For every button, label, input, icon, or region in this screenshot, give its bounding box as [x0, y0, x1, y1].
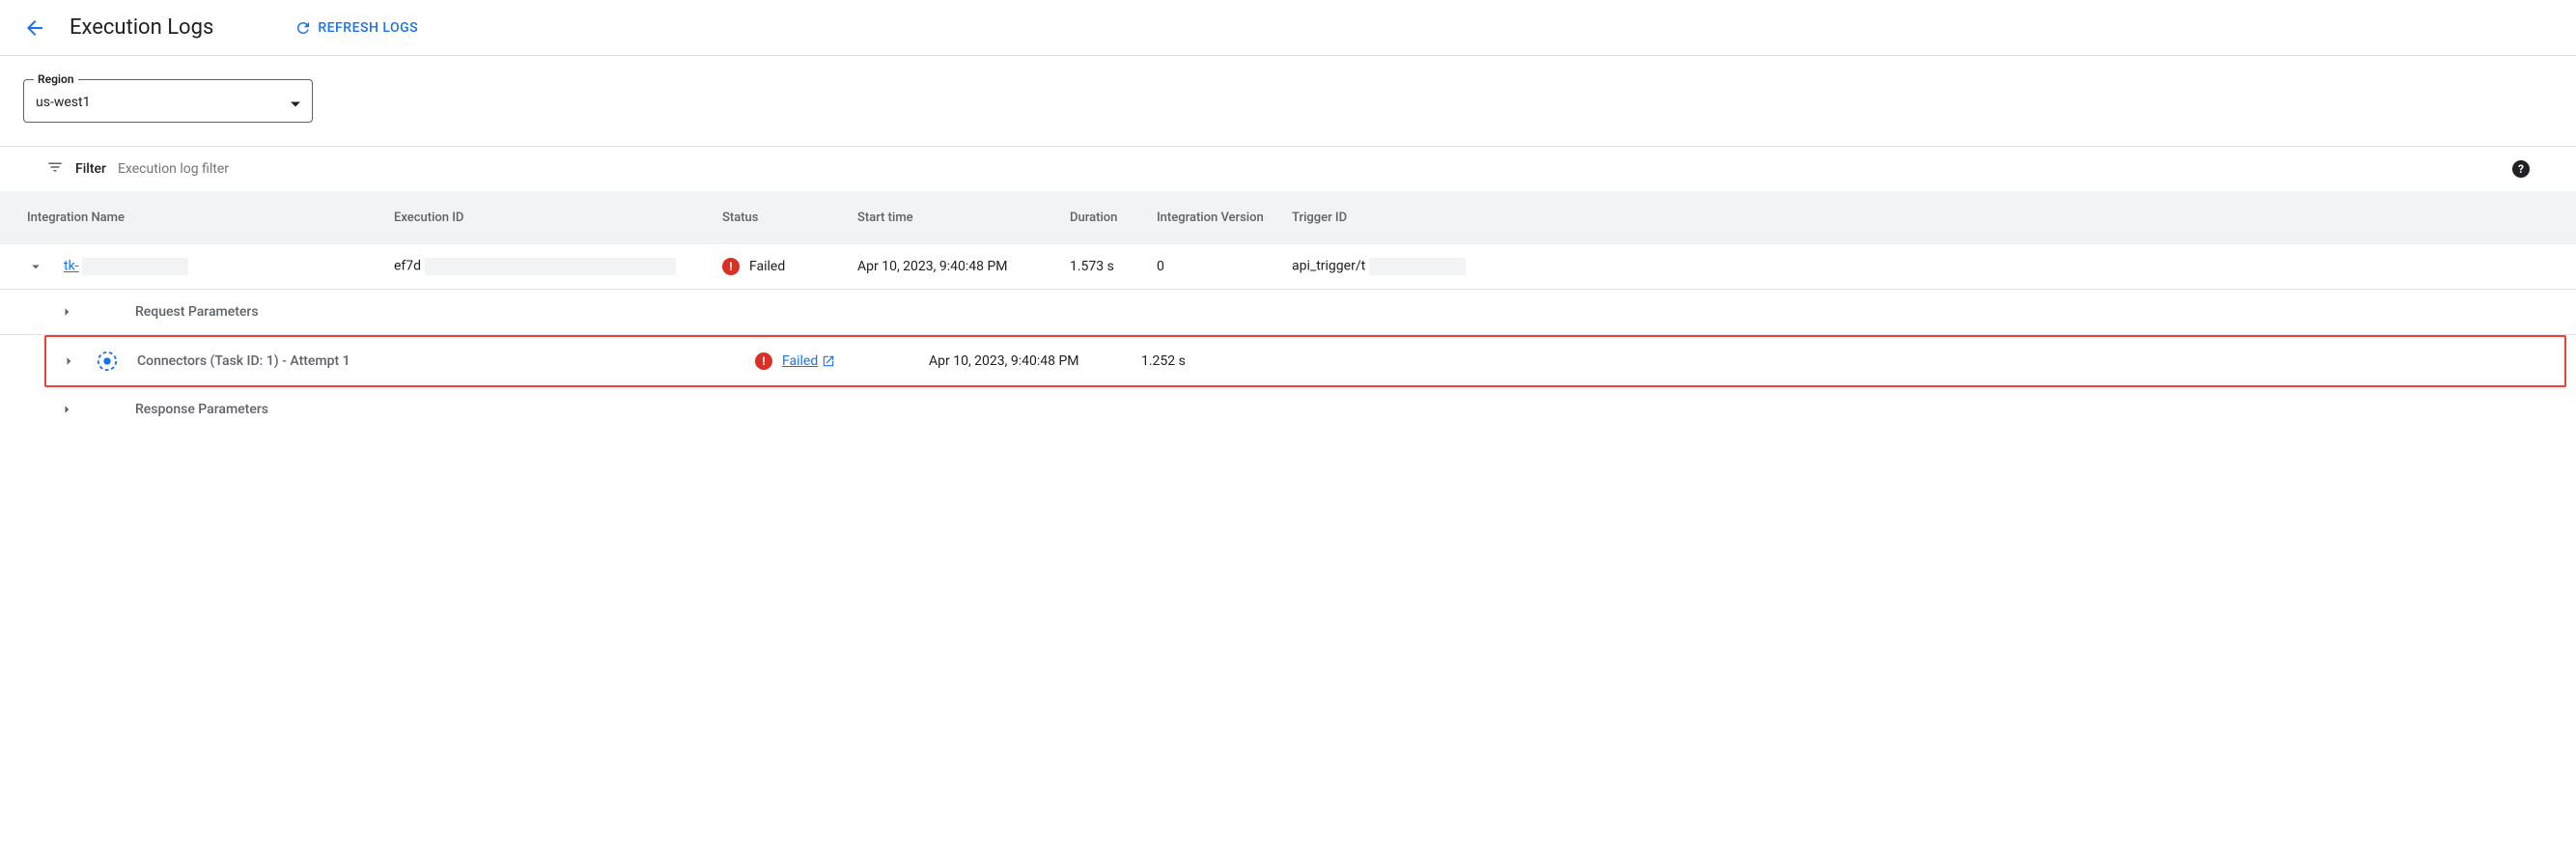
start-time-value: Apr 10, 2023, 9:40:48 PM: [857, 259, 1070, 274]
redacted-text: [82, 258, 188, 275]
response-parameters-row: Response Parameters: [0, 387, 2576, 432]
col-status: Status: [722, 211, 857, 225]
status-value: Failed: [749, 259, 785, 274]
region-select[interactable]: Region us-west1: [23, 79, 313, 123]
table-header-row: Integration Name Execution ID Status Sta…: [0, 191, 2576, 244]
refresh-icon: [294, 19, 312, 37]
trigger-id-value: api_trigger/t: [1292, 259, 1365, 274]
connector-start-time: Apr 10, 2023, 9:40:48 PM: [929, 353, 1141, 369]
redacted-text: [1369, 258, 1466, 275]
execution-id-cell: ef7d: [394, 258, 722, 275]
col-integration-name: Integration Name: [27, 211, 394, 225]
region-section: Region us-west1: [0, 56, 2576, 146]
duration-value: 1.573 s: [1070, 259, 1157, 274]
col-execution-id: Execution ID: [394, 211, 722, 225]
caret-down-icon: [291, 92, 300, 110]
status-cell: ! Failed: [722, 258, 857, 275]
external-link-icon: [822, 354, 835, 368]
connector-duration: 1.252 s: [1141, 353, 1228, 369]
col-duration: Duration: [1070, 211, 1157, 225]
help-icon[interactable]: ?: [2512, 160, 2530, 178]
back-arrow-icon[interactable]: [23, 16, 46, 40]
col-start-time: Start time: [857, 211, 1070, 225]
connector-task-row: Connectors (Task ID: 1) - Attempt 1 ! Fa…: [44, 335, 2566, 387]
page-header: Execution Logs REFRESH LOGS: [0, 0, 2576, 56]
response-parameters-label: Response Parameters: [135, 402, 268, 417]
chevron-right-icon[interactable]: [58, 303, 75, 321]
trigger-id-cell: api_trigger/t: [1292, 258, 1485, 275]
connector-status-value: Failed: [782, 353, 818, 369]
expand-down-icon[interactable]: [27, 258, 44, 275]
request-parameters-row: Request Parameters: [0, 290, 2576, 335]
integration-name-cell: tk-: [27, 258, 394, 275]
region-value: us-west1: [36, 95, 90, 110]
filter-bar: Filter ?: [0, 146, 2576, 191]
redacted-text: [425, 258, 676, 275]
error-icon: !: [722, 258, 740, 275]
execution-id-value: ef7d: [394, 259, 421, 274]
filter-input[interactable]: [118, 161, 2501, 177]
connector-icon: [97, 351, 118, 372]
filter-label: Filter: [75, 161, 106, 177]
connector-label: Connectors (Task ID: 1) - Attempt 1: [137, 353, 350, 369]
page-title: Execution Logs: [70, 15, 213, 40]
request-parameters-label: Request Parameters: [135, 304, 259, 320]
filter-icon: [46, 158, 64, 180]
refresh-logs-button[interactable]: REFRESH LOGS: [294, 19, 418, 37]
chevron-right-icon[interactable]: [60, 352, 77, 370]
integration-name-link[interactable]: tk-: [64, 259, 79, 274]
col-trigger-id: Trigger ID: [1292, 211, 1485, 225]
table-row: tk- ef7d ! Failed Apr 10, 2023, 9:40:48 …: [0, 244, 2576, 290]
refresh-label: REFRESH LOGS: [318, 20, 418, 36]
region-field-label: Region: [34, 72, 78, 86]
chevron-right-icon[interactable]: [58, 401, 75, 418]
integration-version-value: 0: [1157, 259, 1292, 274]
failed-link[interactable]: Failed: [782, 353, 835, 369]
error-icon: !: [755, 352, 772, 370]
connector-status-cell: ! Failed: [755, 352, 929, 370]
col-integration-version: Integration Version: [1157, 211, 1292, 225]
